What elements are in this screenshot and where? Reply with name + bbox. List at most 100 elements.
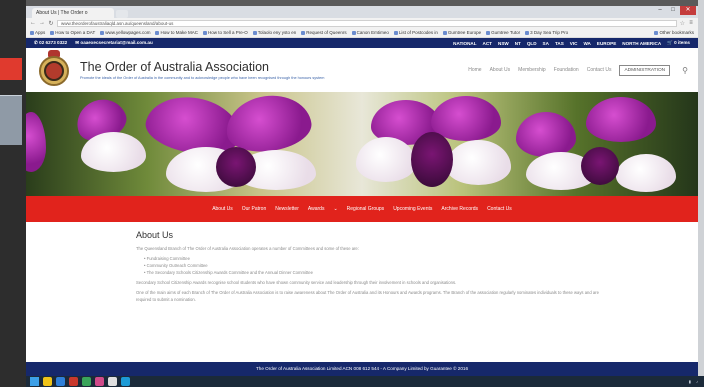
taskbar-app-icon[interactable] [82, 377, 91, 386]
section-nav-item[interactable]: Contact Us [487, 206, 512, 212]
region-link[interactable]: QLD [527, 41, 537, 46]
bookmark-item[interactable]: www.yellowpages.com [100, 30, 150, 35]
paragraph-1: Secondary School Citizenship Awards reco… [136, 280, 457, 285]
section-nav-item[interactable]: Upcoming Events [393, 206, 432, 212]
section-nav-item[interactable]: Regional Groups [347, 206, 385, 212]
bookmark-item[interactable]: Canon Emtimeo [351, 30, 389, 35]
main-nav-item[interactable]: About Us [490, 67, 511, 73]
bookmark-item[interactable]: How to Open a DAT [50, 30, 95, 35]
region-link[interactable]: TAS [555, 41, 564, 46]
section-nav-item[interactable]: Archive Records [441, 206, 478, 212]
email-link[interactable]: ✉ oaaexecsecretariat@mail.com.au [75, 40, 153, 46]
main-nav-item[interactable]: Foundation [554, 67, 579, 73]
new-tab-button[interactable] [116, 10, 128, 18]
region-link[interactable]: WA [583, 41, 590, 46]
minimize-icon[interactable]: – [654, 6, 666, 15]
main-nav-item[interactable]: Contact Us [587, 67, 612, 73]
maximize-icon[interactable]: □ [667, 6, 679, 15]
list-item: Community Outreach Committee [144, 262, 698, 269]
browser-tab[interactable]: About Us | The Order o [32, 8, 114, 18]
site-header: The Order of Australia Association Promo… [26, 48, 698, 92]
bookmark-item[interactable]: List of Postcodes in [393, 30, 438, 35]
bookmark-label: How to Sell a Pre-O [208, 30, 248, 35]
site-title[interactable]: The Order of Australia Association [80, 60, 324, 74]
section-nav-item[interactable]: Newsletter [275, 206, 299, 212]
bookmark-label: How to Open a DAT [55, 30, 96, 35]
region-link[interactable]: VIC [570, 41, 578, 46]
site-tagline: Promote the ideals of the Order of Austr… [80, 76, 325, 80]
bookmark-icon [301, 30, 306, 35]
association-logo[interactable] [36, 50, 72, 90]
bookmark-star-icon[interactable]: ☆ [680, 20, 685, 27]
bookmark-icon [351, 30, 356, 35]
search-icon[interactable]: ⚲ [682, 66, 688, 75]
main-content: About Us The Queensland Branch of The Or… [26, 222, 698, 362]
desktop-window-edge-red [0, 58, 22, 80]
bookmark-item[interactable]: Gumtree Tutor [486, 30, 520, 35]
taskbar-app-icon[interactable] [56, 377, 65, 386]
region-link[interactable]: NT [515, 41, 521, 46]
contact-info: ✆ 02 6273 0322 ✉ oaaexecsecretariat@mail… [34, 40, 153, 46]
bookmark-icon [393, 30, 398, 35]
tab-title: About Us | The Order o [36, 10, 88, 16]
taskbar-app-icon[interactable] [95, 377, 104, 386]
site-footer: The Order of Australia Association Limit… [26, 362, 698, 376]
bookmark-label: List of Postcodes in [398, 30, 438, 35]
section-nav: About Us Our Patron Newsletter Awards ⌄ Regi… [26, 196, 698, 222]
region-link[interactable]: ACT [483, 41, 492, 46]
region-link[interactable]: EUROPE [597, 41, 616, 46]
bookmark-icon [203, 30, 207, 35]
bookmark-item[interactable]: Request of Queenrs [301, 30, 347, 35]
bookmark-item[interactable]: Gumtree Europe [442, 30, 481, 35]
bookmark-icon [100, 30, 105, 35]
phone-link[interactable]: ✆ 02 6273 0322 [34, 40, 67, 46]
windows-taskbar: ▮ ♪ [26, 376, 704, 387]
bookmark-item[interactable]: Tolaolo eny ysto en [252, 30, 296, 35]
bookmark-item[interactable]: 3 Day Sea Trip Pro [525, 30, 568, 35]
administration-button[interactable]: ADMINISTRATION [619, 64, 671, 76]
bookmark-label: 3 Day Sea Trip Pro [530, 30, 569, 35]
paragraph-2: One of the main aims of each Branch of T… [136, 290, 599, 302]
volume-icon[interactable]: ♪ [696, 379, 698, 384]
bookmark-label: Request of Queenrs [306, 30, 347, 35]
close-icon[interactable]: ✕ [680, 6, 696, 15]
region-link[interactable]: SA [543, 41, 549, 46]
section-nav-item[interactable]: Our Patron [242, 206, 266, 212]
taskbar-app-icon[interactable] [108, 377, 117, 386]
hero-orchid-image [26, 92, 698, 196]
url-input[interactable]: www.theorderofaustraliaqld.asn.au/queens… [57, 19, 677, 27]
reload-icon[interactable]: ↻ [48, 20, 54, 27]
region-link[interactable]: NORTH AMERICA [622, 41, 661, 46]
bookmark-item[interactable]: Apps [30, 30, 45, 35]
list-item: Fundraising Committee [144, 255, 698, 262]
bookmark-icon [30, 30, 34, 35]
network-icon[interactable]: ▮ [689, 379, 691, 384]
main-nav-item[interactable]: Home [468, 67, 481, 73]
back-icon[interactable]: ← [30, 20, 36, 26]
region-link[interactable]: NATIONAL [453, 41, 476, 46]
taskbar-app-icon[interactable] [69, 377, 78, 386]
menu-icon[interactable]: ≡ [688, 20, 694, 26]
other-bookmarks[interactable]: Other bookmarks [654, 30, 694, 35]
bookmark-label: Canon Emtimeo [356, 30, 389, 35]
main-nav: Home About Us Membership Foundation Contact … [468, 64, 688, 76]
intro-text: The Queensland Branch of The Order of Au… [136, 246, 359, 251]
region-link[interactable]: NSW [498, 41, 509, 46]
list-item: The Secondary Schools Citizenship Awards… [144, 269, 698, 276]
bookmark-label: How to Make MAC [160, 30, 198, 35]
bookmark-icon [442, 30, 447, 35]
taskbar-app-icon[interactable] [43, 377, 52, 386]
cart-link[interactable]: 🛒 0 items [667, 40, 690, 46]
brand: The Order of Australia Association Promo… [80, 60, 324, 80]
section-nav-item[interactable]: About Us [212, 206, 233, 212]
taskbar-app-icon[interactable] [121, 377, 130, 386]
start-icon[interactable] [30, 377, 39, 386]
bookmark-label: Gumtree Tutor [491, 30, 521, 35]
main-nav-item[interactable]: Membership [518, 67, 546, 73]
bookmark-item[interactable]: How to Make MAC [155, 30, 198, 35]
bookmark-item[interactable]: How to Sell a Pre-O [203, 30, 248, 35]
section-nav-item[interactable]: Awards [308, 206, 325, 212]
forward-icon[interactable]: → [39, 20, 45, 26]
page-heading: About Us [136, 230, 174, 240]
site-top-bar: ✆ 02 6273 0322 ✉ oaaexecsecretariat@mail… [26, 38, 698, 48]
